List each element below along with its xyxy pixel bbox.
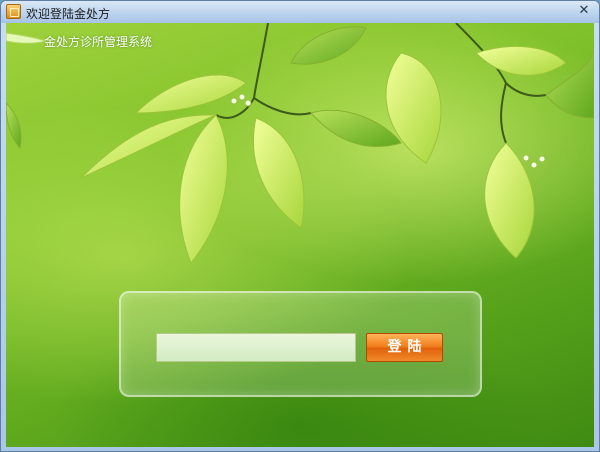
app-icon	[6, 4, 21, 19]
login-button[interactable]: 登陆	[366, 333, 443, 362]
username-input[interactable]	[156, 333, 356, 362]
window-title: 欢迎登陆金处方	[26, 7, 111, 21]
login-window: 欢迎登陆金处方 ✕ 金处方诊所管理系统 登陆	[0, 0, 600, 452]
system-title: 金处方诊所管理系统	[44, 35, 153, 49]
login-panel: 登陆	[119, 291, 482, 397]
login-background: 金处方诊所管理系统 登陆	[6, 23, 594, 447]
title-bar[interactable]: 欢迎登陆金处方 ✕	[1, 1, 599, 23]
close-button[interactable]: ✕	[575, 3, 593, 19]
